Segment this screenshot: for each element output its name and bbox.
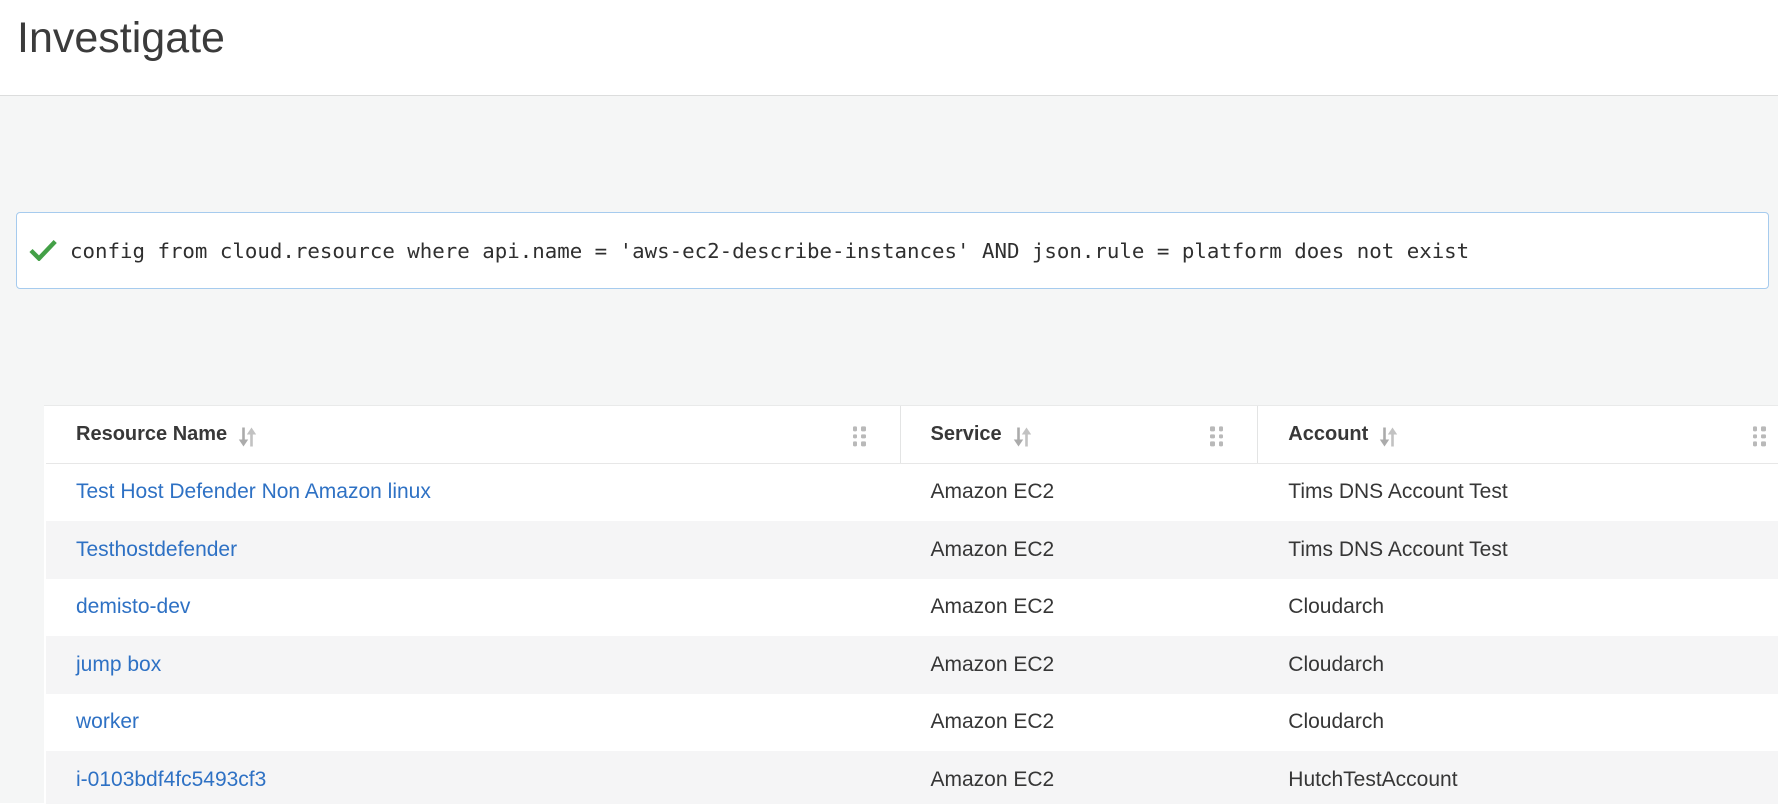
investigate-content: config from cloud.resource where api.nam… xyxy=(0,96,1778,803)
service-cell-text: Amazon EC2 xyxy=(931,480,1055,504)
query-valid-check-icon xyxy=(29,240,57,261)
service-cell-text: Amazon EC2 xyxy=(931,653,1055,677)
account-cell: HutchTestAccount xyxy=(1258,751,1778,804)
column-header-service[interactable]: Service xyxy=(901,406,1259,463)
table-row: demisto-dev Amazon EC2 Cloudarch xyxy=(46,579,1778,637)
account-cell-text: Tims DNS Account Test xyxy=(1288,538,1507,562)
table-row: Test Host Defender Non Amazon linux Amaz… xyxy=(46,464,1778,522)
resource-name-cell: worker xyxy=(46,694,901,752)
column-drag-handle-resource-name[interactable] xyxy=(853,427,866,446)
account-cell-text: HutchTestAccount xyxy=(1288,768,1457,792)
column-label-account: Account xyxy=(1288,423,1368,446)
resource-link[interactable]: jump box xyxy=(76,653,161,677)
account-cell: Tims DNS Account Test xyxy=(1258,521,1778,579)
account-cell: Cloudarch xyxy=(1258,636,1778,694)
page-title: Investigate xyxy=(17,14,225,63)
account-cell-text: Cloudarch xyxy=(1288,595,1384,619)
table-row: Testhostdefender Amazon EC2 Tims DNS Acc… xyxy=(46,521,1778,579)
resource-link[interactable]: worker xyxy=(76,710,139,734)
account-cell: Tims DNS Account Test xyxy=(1258,464,1778,522)
sort-icon-account[interactable] xyxy=(1379,427,1398,447)
table-row: worker Amazon EC2 Cloudarch xyxy=(46,694,1778,752)
resource-name-cell: Testhostdefender xyxy=(46,521,901,579)
resource-link[interactable]: i-0103bdf4fc5493cf3 xyxy=(76,768,266,792)
service-cell: Amazon EC2 xyxy=(901,579,1259,637)
query-input[interactable]: config from cloud.resource where api.nam… xyxy=(16,212,1769,289)
column-header-account[interactable]: Account xyxy=(1258,406,1778,463)
service-cell: Amazon EC2 xyxy=(901,521,1259,579)
service-cell: Amazon EC2 xyxy=(901,464,1259,522)
service-cell-text: Amazon EC2 xyxy=(931,710,1055,734)
account-cell-text: Cloudarch xyxy=(1288,710,1384,734)
table-header-row: Resource Name Service Account xyxy=(46,406,1778,464)
column-header-resource-name[interactable]: Resource Name xyxy=(46,406,901,463)
column-drag-handle-account[interactable] xyxy=(1753,427,1766,446)
sort-icon-resource-name[interactable] xyxy=(238,427,257,447)
resource-name-cell: demisto-dev xyxy=(46,579,901,637)
column-label-resource-name: Resource Name xyxy=(76,423,227,446)
resource-link[interactable]: demisto-dev xyxy=(76,595,190,619)
resource-link[interactable]: Test Host Defender Non Amazon linux xyxy=(76,480,431,504)
service-cell: Amazon EC2 xyxy=(901,694,1259,752)
query-text: config from cloud.resource where api.nam… xyxy=(70,239,1469,263)
page-header: Investigate xyxy=(0,0,1778,96)
sort-icon-service[interactable] xyxy=(1013,427,1032,447)
account-cell: Cloudarch xyxy=(1258,579,1778,637)
resource-name-cell: jump box xyxy=(46,636,901,694)
resource-link[interactable]: Testhostdefender xyxy=(76,538,237,562)
service-cell: Amazon EC2 xyxy=(901,636,1259,694)
service-cell-text: Amazon EC2 xyxy=(931,768,1055,792)
account-cell: Cloudarch xyxy=(1258,694,1778,752)
column-drag-handle-service[interactable] xyxy=(1210,427,1223,446)
table-row: jump box Amazon EC2 Cloudarch xyxy=(46,636,1778,694)
table-row: i-0103bdf4fc5493cf3 Amazon EC2 HutchTest… xyxy=(46,751,1778,804)
service-cell-text: Amazon EC2 xyxy=(931,595,1055,619)
account-cell-text: Cloudarch xyxy=(1288,653,1384,677)
account-cell-text: Tims DNS Account Test xyxy=(1288,480,1507,504)
service-cell: Amazon EC2 xyxy=(901,751,1259,804)
table-body: Test Host Defender Non Amazon linux Amaz… xyxy=(46,464,1778,804)
resource-name-cell: Test Host Defender Non Amazon linux xyxy=(46,464,901,522)
resource-name-cell: i-0103bdf4fc5493cf3 xyxy=(46,751,901,804)
column-label-service: Service xyxy=(931,423,1002,446)
results-table: Resource Name Service Account xyxy=(44,405,1778,804)
service-cell-text: Amazon EC2 xyxy=(931,538,1055,562)
